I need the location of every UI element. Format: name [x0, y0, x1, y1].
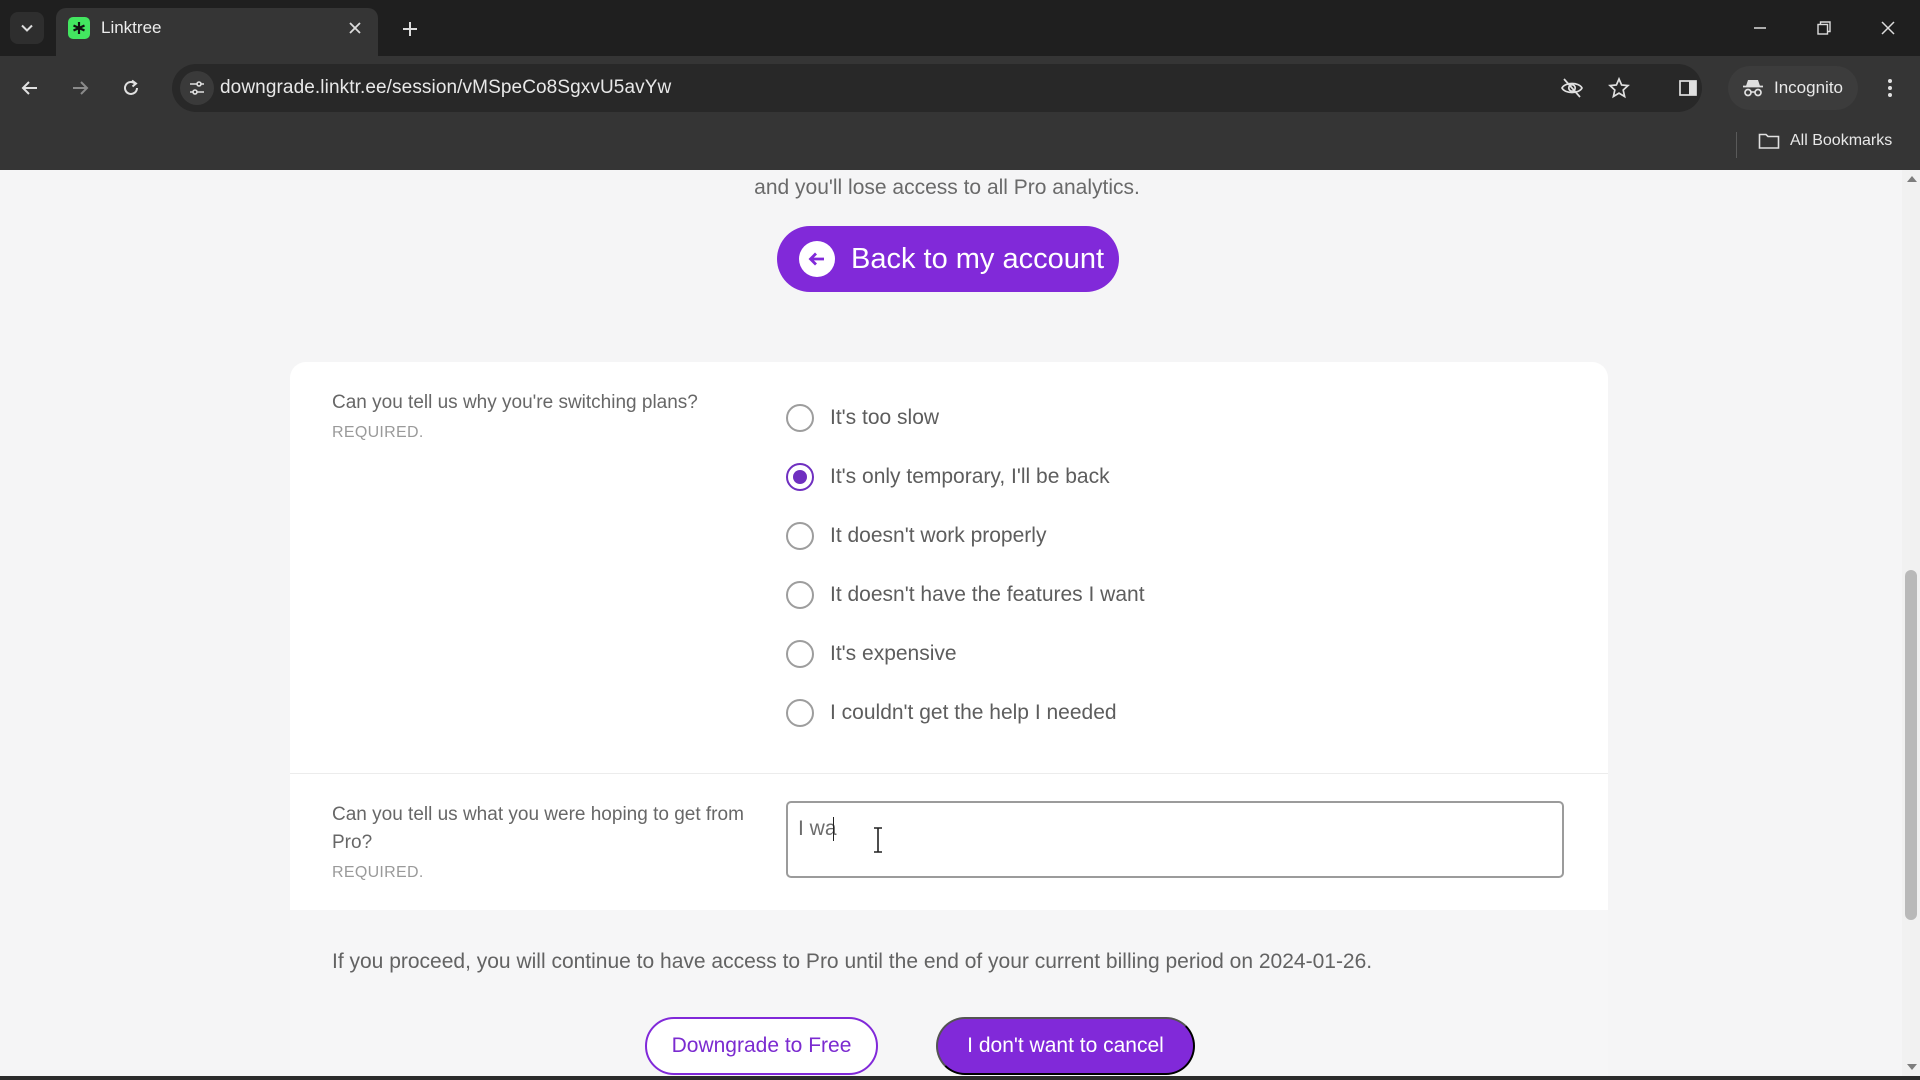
bookmarks-bar: All Bookmarks	[0, 120, 1920, 170]
question-hoping-label: Can you tell us what you were hoping to …	[332, 804, 744, 853]
folder-icon	[1758, 133, 1780, 149]
hoping-text-value: I wa	[798, 817, 837, 840]
page-scrollbar[interactable]	[1902, 170, 1920, 1076]
radio-button[interactable]	[786, 522, 814, 550]
arrow-left-circle-icon	[799, 241, 835, 277]
all-bookmarks-button[interactable]: All Bookmarks	[1758, 132, 1892, 150]
back-to-account-button[interactable]: Back to my account	[777, 226, 1119, 292]
option-label: It's only temporary, I'll be back	[830, 465, 1110, 488]
reason-option-no-help[interactable]: I couldn't get the help I needed	[786, 698, 1117, 728]
incognito-label: Incognito	[1774, 78, 1843, 97]
bookmarks-divider	[1736, 132, 1737, 158]
site-settings-icon[interactable]	[180, 71, 214, 105]
back-button-label: Back to my account	[851, 242, 1105, 275]
bottom-edge	[0, 1076, 1920, 1080]
hoping-text-input[interactable]: I wa	[786, 801, 1564, 878]
intro-text: and you'll lose access to all Pro analyt…	[754, 176, 1140, 199]
browser-toolbar: downgrade.linktr.ee/session/vMSpeCo8Sgxv…	[0, 56, 1920, 120]
incognito-icon	[1743, 80, 1763, 97]
reason-option-expensive[interactable]: It's expensive	[786, 639, 957, 669]
scrollbar-thumb[interactable]	[1905, 570, 1917, 920]
question-reason-required: REQUIRED.	[332, 424, 424, 441]
text-cursor-icon	[874, 827, 882, 853]
dont-cancel-button[interactable]: I don't want to cancel	[936, 1017, 1195, 1075]
reason-option-temporary[interactable]: It's only temporary, I'll be back	[786, 462, 1110, 492]
url-text[interactable]: downgrade.linktr.ee/session/vMSpeCo8Sgxv…	[220, 77, 671, 99]
back-arrow-icon[interactable]	[11, 69, 49, 107]
bookmark-star-icon[interactable]	[1604, 73, 1634, 103]
tab-bar: Linktree	[0, 0, 1920, 56]
question-reason-label: Can you tell us why you're switching pla…	[332, 392, 698, 413]
option-label: It's too slow	[830, 406, 940, 429]
all-bookmarks-label: All Bookmarks	[1790, 132, 1893, 149]
radio-button[interactable]	[786, 404, 814, 432]
tab-title: Linktree	[101, 18, 162, 37]
option-label: It's expensive	[830, 642, 957, 665]
page-viewport: and you'll lose access to all Pro analyt…	[0, 170, 1902, 1076]
text-caret	[833, 817, 834, 841]
scroll-up-arrow-icon[interactable]	[1907, 176, 1917, 182]
radio-button[interactable]	[786, 699, 814, 727]
option-label: It doesn't work properly	[830, 524, 1047, 547]
reload-icon[interactable]	[112, 69, 150, 107]
option-label: It doesn't have the features I want	[830, 583, 1145, 606]
card-divider	[290, 773, 1608, 774]
tab-search-button[interactable]	[10, 12, 44, 44]
radio-button[interactable]	[786, 581, 814, 609]
downgrade-to-free-button[interactable]: Downgrade to Free	[645, 1017, 878, 1075]
side-panel-icon[interactable]	[1669, 69, 1707, 107]
eye-off-icon[interactable]	[1557, 73, 1587, 103]
option-label: I couldn't get the help I needed	[830, 701, 1117, 724]
close-window-icon[interactable]	[1860, 8, 1916, 48]
scroll-down-arrow-icon[interactable]	[1907, 1064, 1917, 1070]
reason-option-too-slow[interactable]: It's too slow	[786, 403, 939, 433]
minimize-icon[interactable]	[1732, 8, 1788, 48]
radio-button-selected[interactable]	[786, 463, 814, 491]
reason-option-doesnt-work[interactable]: It doesn't work properly	[786, 521, 1046, 551]
new-tab-icon[interactable]	[394, 13, 426, 45]
linktree-favicon-icon	[68, 17, 90, 39]
address-bar[interactable]: downgrade.linktr.ee/session/vMSpeCo8Sgxv…	[172, 64, 1702, 112]
tab-close-icon[interactable]	[342, 15, 368, 41]
radio-button[interactable]	[786, 640, 814, 668]
forward-arrow-icon[interactable]	[61, 69, 99, 107]
more-menu-icon[interactable]	[1872, 69, 1908, 107]
browser-tab[interactable]: Linktree	[56, 8, 378, 56]
billing-period-note: If you proceed, you will continue to hav…	[332, 950, 1373, 973]
question-hoping-required: REQUIRED.	[332, 864, 424, 881]
incognito-indicator[interactable]: Incognito	[1728, 66, 1858, 110]
chevron-down-icon	[21, 24, 33, 32]
reason-option-missing-features[interactable]: It doesn't have the features I want	[786, 580, 1145, 610]
restore-icon[interactable]	[1796, 8, 1852, 48]
